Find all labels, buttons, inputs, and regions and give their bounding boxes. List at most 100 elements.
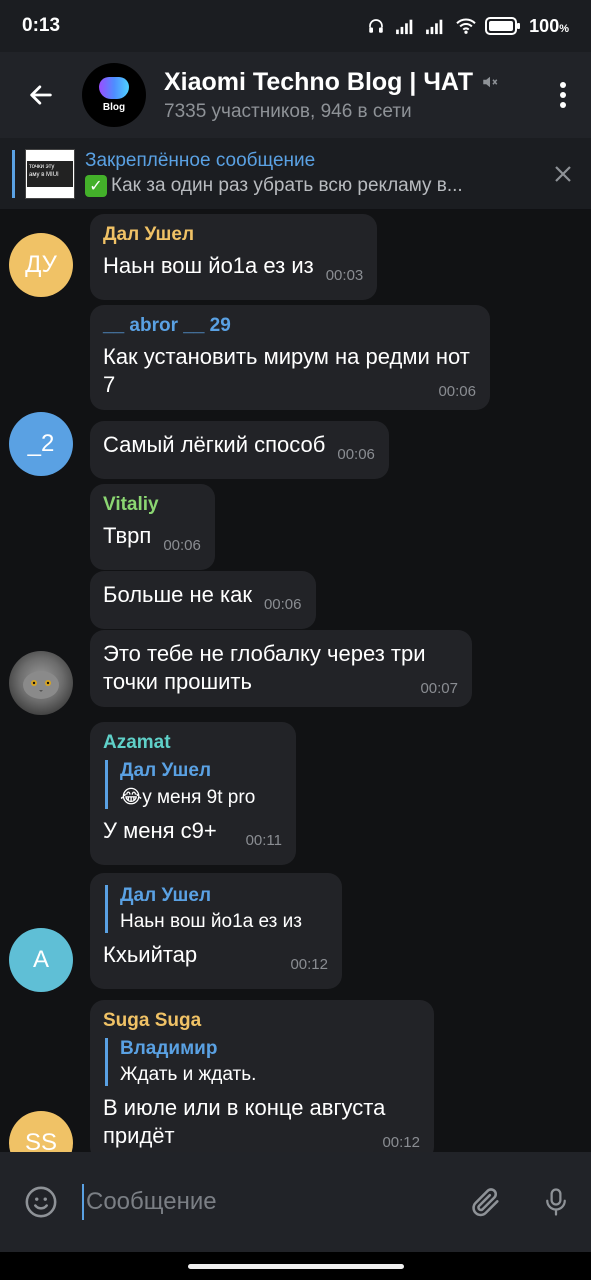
chat-header: Blog Xiaomi Techno Blog | ЧАТ 7335 участ… — [0, 52, 591, 138]
message-time: 00:11 — [245, 832, 282, 849]
pinned-thumbnail-text: точки эту аму в MIUI — [27, 160, 73, 187]
message-list[interactable]: ДУ Дал Ушел Наьн вош йо1а ез из 00:03 __ … — [0, 210, 591, 1152]
reply-quote[interactable]: Дал Ушел Наьн вош йо1а ез из — [105, 885, 328, 933]
headphones-icon — [369, 19, 383, 33]
avatar-initials: А — [32, 946, 49, 973]
pinned-content: Закреплённое сообщение ✓ Как за один раз… — [85, 150, 535, 197]
attach-button[interactable] — [451, 1185, 521, 1219]
back-button[interactable] — [0, 52, 82, 138]
message-bubble[interactable]: Azamat Дал Ушел 😂у меня 9t pro У меня с9… — [90, 722, 296, 865]
message-sender[interactable]: Azamat — [103, 732, 282, 754]
cat-face-icon — [23, 671, 59, 699]
reply-sender: Дал Ушел — [120, 885, 212, 906]
reply-quote[interactable]: Дал Ушел 😂у меня 9t pro — [105, 760, 282, 809]
message-text-row: Самый лёгкий способ 00:06 — [103, 431, 375, 463]
message-bubble[interactable]: Дал Ушел Наьн вош йо1а ез из Кхьийтар 00:… — [90, 873, 342, 989]
message-time: 00:06 — [263, 596, 302, 613]
reply-sender: Владимир — [120, 1038, 218, 1059]
message-sender[interactable]: __ abror __ 29 — [103, 315, 476, 337]
check-mark-icon: ✓ — [85, 175, 107, 197]
message-text-row: Наьн вош йо1а ез из 00:03 — [103, 252, 363, 284]
avatar[interactable]: _2 — [9, 412, 73, 476]
pinned-title: Закреплённое сообщение — [85, 150, 316, 171]
pinned-indicator — [12, 149, 15, 198]
reply-quote[interactable]: Владимир Ждать и ждать. — [105, 1038, 420, 1086]
muted-icon — [483, 76, 498, 88]
emoji-button[interactable] — [0, 1185, 82, 1219]
smiley-icon — [25, 1186, 57, 1218]
message-bubble[interactable]: Дал Ушел Наьн вош йо1а ез из 00:03 — [90, 214, 378, 300]
close-icon — [555, 165, 571, 182]
avatar-initials: ДУ — [25, 251, 57, 278]
pinned-thumbnail: точки эту аму в MIUI — [25, 148, 75, 199]
chat-title-row: Xiaomi Techno Blog | ЧАТ — [164, 68, 535, 97]
message-sender[interactable]: Дал Ушел — [103, 224, 363, 246]
reply-text: у меня 9t pro — [142, 787, 256, 808]
message-sender[interactable]: Suga Suga — [103, 1010, 420, 1032]
text-caret — [82, 1184, 84, 1220]
battery-percent: 100% — [529, 15, 569, 36]
microphone-icon — [546, 1188, 566, 1216]
arrow-left-icon — [30, 85, 52, 105]
reply-text: Ждать и ждать. — [120, 1064, 257, 1085]
chat-info[interactable]: Xiaomi Techno Blog | ЧАТ 7335 участников… — [164, 68, 535, 123]
pinned-message-bar[interactable]: точки эту аму в MIUI Закреплённое сообще… — [0, 138, 591, 210]
status-icons: 100% — [365, 16, 569, 37]
message-bubble[interactable]: __ abror __ 29 Как установить мирум на р… — [90, 305, 490, 410]
message-bubble[interactable]: Самый лёгкий способ 00:06 — [90, 421, 389, 479]
reply-sender: Дал Ушел — [120, 760, 212, 781]
message-composer: Сообщение — [0, 1152, 591, 1252]
pinned-text: Как за один раз убрать всю рекламу в... — [111, 175, 463, 196]
message-bubble[interactable]: Это тебе не глобалку через три точки про… — [90, 630, 472, 707]
message-time: 00:07 — [420, 680, 458, 697]
message-text-row: Кхьийтар 00:12 — [103, 941, 328, 973]
message-text-row: Больше не как 00:06 — [103, 581, 302, 613]
wifi-icon — [456, 18, 476, 34]
message-text-row: У меня с9+ 00:11 — [103, 817, 282, 849]
paperclip-icon — [472, 1188, 499, 1217]
message-bubble[interactable]: Больше не как 00:06 — [90, 571, 316, 629]
signal-icon-2 — [426, 19, 443, 35]
message-bubble[interactable]: Suga Suga Владимир Ждать и ждать. В июле… — [90, 1000, 434, 1152]
system-nav-bar — [0, 1252, 591, 1280]
message-input[interactable]: Сообщение — [82, 1177, 451, 1227]
message-text: Больше не как — [103, 582, 252, 607]
more-vertical-icon — [560, 82, 566, 108]
chat-avatar[interactable]: Blog — [82, 63, 146, 127]
avatar[interactable]: А — [9, 928, 73, 992]
chat-title: Xiaomi Techno Blog | ЧАТ — [164, 67, 473, 96]
message-text: Кхьийтар — [103, 942, 198, 967]
home-indicator[interactable] — [187, 1263, 404, 1269]
more-menu-button[interactable] — [535, 52, 591, 138]
cat-photo-avatar[interactable] — [9, 651, 73, 715]
message-text-row: Тврп 00:06 — [103, 522, 201, 554]
message-time: 00:06 — [163, 537, 201, 554]
message-text: Как установить мирум на редми нот 7 — [103, 344, 470, 397]
message-text: В июле или в конце августа придёт — [103, 1095, 386, 1148]
message-time: 00:06 — [438, 383, 476, 400]
avatar-initials: SS — [24, 1129, 57, 1152]
status-bar: 0:13 100% — [0, 0, 591, 52]
message-text: Наьн вош йо1а ез из — [103, 253, 314, 278]
pinned-text-row: ✓ Как за один раз убрать всю рекламу в..… — [85, 175, 535, 197]
chat-subtitle: 7335 участников, 946 в сети — [164, 100, 412, 122]
message-sender[interactable]: Vitaliy — [103, 494, 201, 516]
message-time: 00:12 — [290, 956, 328, 973]
message-time: 00:06 — [337, 446, 375, 463]
avatar-label: Blog — [102, 102, 126, 113]
message-text: Тврп — [103, 523, 152, 548]
message-time: 00:03 — [325, 267, 364, 284]
signal-icon — [396, 19, 413, 35]
voice-message-button[interactable] — [521, 1185, 591, 1219]
battery-icon — [485, 17, 521, 35]
reply-text-row: 😂у меня 9t pro — [120, 786, 282, 809]
message-text: Самый лёгкий способ — [103, 432, 326, 457]
message-time: 00:12 — [382, 1134, 420, 1151]
message-input-placeholder: Сообщение — [86, 1188, 217, 1215]
status-time: 0:13 — [22, 15, 61, 36]
avatar[interactable]: ДУ — [9, 233, 73, 297]
avatar[interactable]: SS — [9, 1111, 73, 1152]
laughing-emoji-icon: 😂 — [120, 787, 143, 808]
message-bubble[interactable]: Vitaliy Тврп 00:06 — [90, 484, 215, 570]
close-pinned-button[interactable] — [535, 164, 591, 184]
